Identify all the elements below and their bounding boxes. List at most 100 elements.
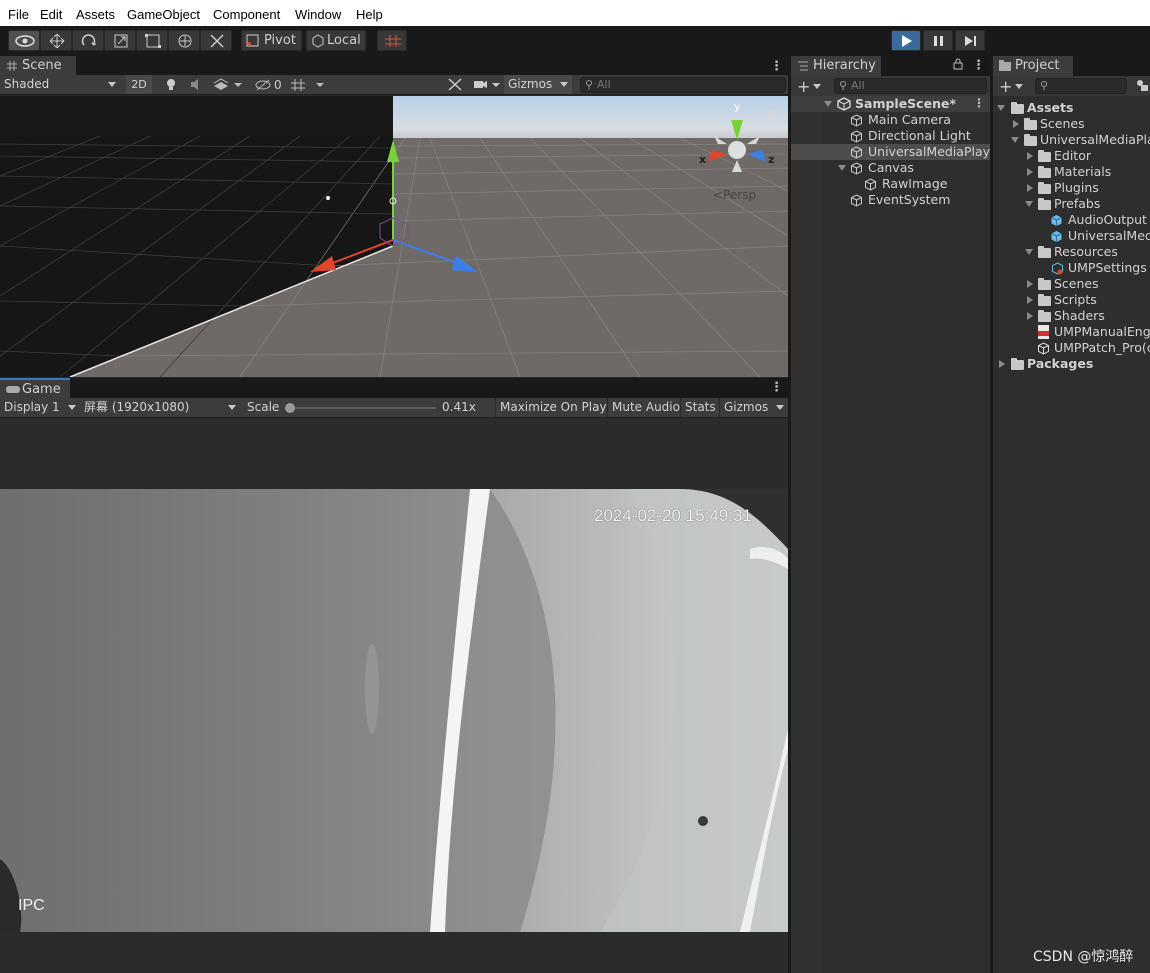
scene-kebab-icon[interactable]: ⋮ [770, 59, 783, 74]
pdf-icon [1038, 325, 1049, 339]
scale-slider-track[interactable] [288, 407, 436, 409]
tab-hierarchy[interactable]: Hierarchy [791, 56, 881, 76]
project-item[interactable]: UMPPatch_Pro(c [993, 340, 1150, 356]
project-item[interactable]: Prefabs [993, 196, 1150, 212]
hierarchy-item[interactable]: EventSystem [791, 192, 990, 208]
display-dropdown[interactable]: Display 1 [4, 398, 78, 417]
camera-feed: 2024-02-20 15:49:31 IPC [0, 489, 788, 932]
rotate-tool-button[interactable] [72, 30, 104, 51]
game-gizmos-dropdown[interactable]: Gizmos [719, 398, 788, 417]
hierarchy-item[interactable]: Canvas [791, 160, 990, 176]
pause-button[interactable] [923, 30, 953, 51]
menu-component[interactable]: Component [213, 7, 280, 22]
effects-icon [213, 78, 242, 90]
folder-icon [1038, 294, 1051, 306]
menu-help[interactable]: Help [356, 7, 383, 22]
scene-kebab-icon[interactable]: ⋮ [973, 96, 985, 110]
hierarchy-item[interactable]: RawImage [791, 176, 990, 192]
hierarchy-item-label: Main Camera [868, 112, 951, 127]
perspective-toggle[interactable]: <Persp [713, 188, 756, 202]
project-item[interactable]: Editor [993, 148, 1150, 164]
custom-tool-button[interactable] [200, 30, 232, 51]
rect-tool-button[interactable] [136, 30, 168, 51]
fold-closed-icon [1013, 120, 1019, 128]
project-item[interactable]: UMPSettings [993, 260, 1150, 276]
hierarchy-item-selected[interactable]: UniversalMediaPlaye [791, 144, 998, 160]
scale-slider-handle[interactable] [285, 403, 295, 413]
unity-scene-icon [837, 97, 851, 111]
pivot-button[interactable]: Pivot [241, 30, 302, 51]
audio-toggle[interactable] [187, 77, 207, 95]
hidden-objects-toggle[interactable]: 0 [254, 77, 282, 95]
grid-snap-button[interactable] [377, 30, 407, 51]
menu-gameobject[interactable]: GameObject [127, 7, 200, 22]
hierarchy-item[interactable]: Main Camera [791, 112, 990, 128]
lighting-toggle[interactable] [161, 77, 181, 95]
project-item[interactable]: Scenes [993, 116, 1150, 132]
mute-audio-button[interactable]: Mute Audio [607, 398, 684, 417]
project-item[interactable]: Materials [993, 164, 1150, 180]
project-item[interactable]: UMPManualEng [993, 324, 1150, 340]
project-item[interactable]: Resources [993, 244, 1150, 260]
toggle-2d-button[interactable]: 2D [126, 75, 152, 94]
scene-row[interactable]: SampleScene* ⋮ [791, 96, 990, 112]
project-item[interactable]: Scripts [993, 292, 1150, 308]
persp-chevron-icon: < [713, 188, 724, 202]
project-item[interactable]: Shaders [993, 308, 1150, 324]
project-item[interactable]: UniversalMedi [993, 228, 1150, 244]
stats-button[interactable]: Stats [680, 398, 720, 417]
move-tool-button[interactable] [40, 30, 72, 51]
project-item[interactable]: UniversalMediaPlay [993, 132, 1150, 148]
project-item[interactable]: Assets [993, 100, 1150, 116]
hierarchy-search-input[interactable]: ⚲ All [834, 78, 987, 94]
menu-window[interactable]: Window [295, 7, 341, 22]
shading-label: Shaded [4, 77, 50, 91]
project-item-label: UniversalMedi [1068, 228, 1150, 243]
project-tabbar: Project [993, 56, 1150, 76]
lock-icon[interactable] [953, 58, 963, 73]
main-toolbar: Pivot Local [0, 26, 1150, 56]
view-tool-button[interactable] [8, 30, 40, 51]
gameobject-cube-icon [851, 194, 862, 207]
scene-viewport[interactable]: y x z <Persp [0, 96, 788, 377]
project-item[interactable]: Packages [993, 356, 1150, 372]
prefab-cube-icon [1051, 215, 1062, 226]
transform-tool-button[interactable] [168, 30, 200, 51]
project-item[interactable]: Plugins [993, 180, 1150, 196]
fold-closed-icon [999, 360, 1005, 368]
scene-search-input[interactable]: ⚲ All [580, 77, 786, 93]
menu-edit[interactable]: Edit [40, 7, 62, 22]
menu-file[interactable]: File [8, 7, 29, 22]
scene-gizmos-dropdown[interactable]: Gizmos [504, 75, 572, 94]
menu-assets[interactable]: Assets [76, 7, 115, 22]
play-button[interactable] [891, 30, 921, 51]
add-icon[interactable]: + [797, 77, 810, 96]
game-kebab-icon[interactable]: ⋮ [770, 380, 783, 395]
scale-icon [114, 34, 128, 48]
local-button[interactable]: Local [306, 30, 366, 51]
project-item-label: Scenes [1054, 276, 1099, 291]
project-item[interactable]: AudioOutput [993, 212, 1150, 228]
tab-scene[interactable]: Scene [0, 56, 76, 76]
project-item[interactable]: Scenes [993, 276, 1150, 292]
scene-tools-button[interactable] [446, 77, 464, 95]
step-button[interactable] [955, 30, 985, 51]
project-search-input[interactable]: ⚲ [1035, 78, 1127, 94]
add-icon[interactable]: + [999, 77, 1012, 96]
scale-tool-button[interactable] [104, 30, 136, 51]
hierarchy-item[interactable]: Directional Light [791, 128, 990, 144]
camera-dropdown[interactable] [473, 77, 503, 95]
resolution-dropdown[interactable]: 屏幕 (1920x1080) [84, 398, 240, 417]
local-label: Local [327, 33, 361, 48]
shading-dropdown[interactable]: Shaded [4, 75, 120, 94]
eye-icon [15, 35, 35, 47]
tab-project[interactable]: Project [993, 56, 1073, 76]
project-item-label: Materials [1054, 164, 1112, 179]
grid-toggle[interactable] [290, 77, 328, 95]
tab-game[interactable]: Game [0, 378, 70, 398]
hierarchy-kebab-icon[interactable]: ⋮ [972, 58, 985, 73]
filter-by-type-icon[interactable] [1135, 78, 1149, 92]
effects-toggle[interactable] [211, 77, 245, 95]
project-item-label: UMPSettings [1068, 260, 1147, 275]
maximize-on-play-button[interactable]: Maximize On Play [495, 398, 611, 417]
